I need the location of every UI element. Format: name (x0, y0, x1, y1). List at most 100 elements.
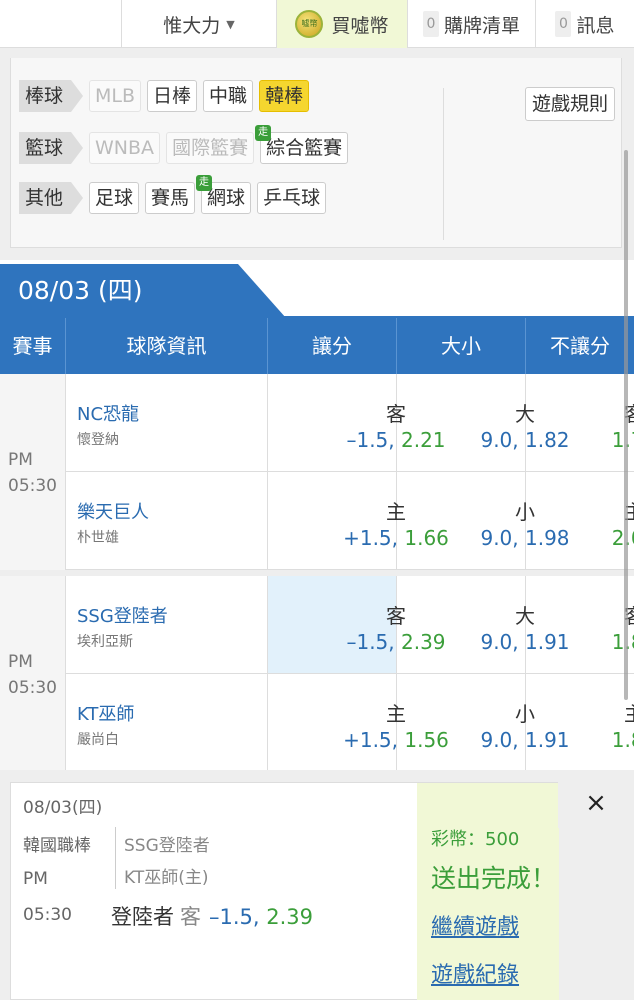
messages-button[interactable]: 0 訊息 (536, 0, 634, 48)
odds-spread-home[interactable]: 主 +1.5, 1.56 (268, 674, 449, 772)
filter-divider (443, 88, 444, 240)
header-total: 大小 (397, 318, 526, 374)
live-badge: 走 (255, 125, 272, 141)
odds-price: 1.87 (611, 728, 634, 752)
live-badge: 走 (196, 175, 213, 191)
user-menu[interactable]: 惟大力 ▼ (122, 0, 277, 48)
messages-label: 訊息 (576, 14, 615, 37)
game-history-link[interactable]: 遊戲紀錄 (431, 957, 519, 989)
slip-divider (115, 827, 116, 889)
odds-total-under[interactable]: 小 9.0, 1.98 (397, 472, 570, 570)
odds-moneyline-home[interactable]: 主 2.03 (526, 472, 634, 570)
slip-result-panel: 彩幣：500 送出完成！ 繼續遊戲 遊戲紀錄 (417, 783, 559, 1000)
cart-button[interactable]: 0 購牌清單 (408, 0, 536, 48)
filter-label: 網球 (207, 187, 246, 209)
filter-label: 綜合籃賽 (266, 137, 343, 159)
odds-line: 9.0, (480, 630, 519, 654)
category-other: 其他 (19, 182, 84, 214)
odds-line: +1.5, (343, 728, 399, 752)
filter-tennis[interactable]: 走 網球 (196, 175, 252, 214)
bet-slip: 08/03(四) 韓國職棒 PM 05:30 SSG登陸者 KT巫師(主) 登陸… (10, 782, 559, 1000)
game-time: PM 05:30 (0, 374, 66, 570)
team-name: SSG登陸者 (77, 606, 168, 627)
pitcher-name: 嚴尚白 (77, 732, 119, 748)
slip-pick-team: 登陸者 (111, 905, 174, 929)
filter-npb[interactable]: 日棒 (147, 80, 198, 112)
team-away: SSG登陸者 埃利亞斯 (66, 576, 268, 674)
chevron-down-icon: ▼ (226, 17, 235, 31)
cart-label: 購牌清單 (443, 14, 520, 37)
date-header: 08/03 (四) (0, 260, 634, 318)
slip-pick-side: 客 (180, 905, 201, 929)
team-away: NC恐龍 懷登納 (66, 374, 268, 472)
filter-row-other: 其他 足球 賽馬 走 網球 乒乓球 (19, 175, 327, 214)
game-row: PM 05:30 NC恐龍 懷登納 客 –1.5, 2.21 大 9.0, 1.… (0, 374, 634, 570)
odds-line: 9.0, (480, 428, 519, 452)
slip-date: 08/03(四) (23, 798, 103, 818)
continue-game-link[interactable]: 繼續遊戲 (431, 909, 519, 941)
coin-icon: 噓幣 (295, 10, 324, 38)
slip-coins: 彩幣：500 (431, 829, 520, 850)
filter-cpbl[interactable]: 中職 (203, 80, 254, 112)
close-icon[interactable]: × (558, 770, 634, 828)
user-name: 惟大力 (163, 14, 221, 37)
filter-row-baseball: 棒球 MLB 日棒 中職 韓棒 (19, 80, 310, 112)
buy-coins-label: 買噓幣 (331, 14, 389, 37)
odds-line: +1.5, (343, 526, 399, 550)
filter-mixed-basketball[interactable]: 走 綜合籃賽 (255, 125, 349, 164)
sport-filter-area: 棒球 MLB 日棒 中職 韓棒 籃球 WNBA 國際籃賽 走 綜合籃賽 其他 足… (0, 48, 634, 260)
odds-spread-home[interactable]: 主 +1.5, 1.66 (268, 472, 449, 570)
filter-kbo[interactable]: 韓棒 (259, 80, 310, 112)
buy-coins-button[interactable]: 噓幣 買噓幣 (277, 0, 408, 48)
sport-filter-panel: 棒球 MLB 日棒 中職 韓棒 籃球 WNBA 國際籃賽 走 綜合籃賽 其他 足… (10, 58, 622, 248)
odds-total-over[interactable]: 大 9.0, 1.82 (397, 374, 570, 472)
game-row: PM 05:30 SSG登陸者 埃利亞斯 客 –1.5, 2.39 大 9.0,… (0, 576, 634, 772)
scrollbar[interactable] (624, 150, 628, 700)
slip-ampm: PM (23, 869, 48, 889)
filter-soccer[interactable]: 足球 (89, 182, 140, 214)
category-baseball: 棒球 (19, 80, 84, 112)
header-moneyline: 不讓分 (550, 334, 610, 358)
filter-mlb[interactable]: MLB (89, 80, 142, 112)
pitcher-name: 懷登納 (77, 432, 119, 448)
slip-time: 05:30 (23, 905, 72, 925)
odds-line: –1.5, (346, 630, 395, 654)
filter-row-basketball: 籃球 WNBA 國際籃賽 走 綜合籃賽 (19, 125, 349, 164)
odds-spread-away[interactable]: 客 –1.5, 2.21 (268, 374, 446, 472)
game-ampm: PM (8, 450, 33, 470)
slip-away-team: SSG登陸者 (124, 836, 210, 856)
header-spread: 讓分 (268, 318, 397, 374)
odds-moneyline-away[interactable]: 客 1.76 (526, 374, 634, 472)
slip-done-message: 送出完成！ (431, 864, 557, 893)
odds-spread-away-selected[interactable]: 客 –1.5, 2.39 (268, 576, 446, 674)
odds-side-label: 主 (580, 698, 634, 727)
pitcher-name: 朴世雄 (77, 530, 119, 546)
odds-total-over[interactable]: 大 9.0, 1.91 (397, 576, 570, 674)
game-time: PM 05:30 (0, 576, 66, 772)
odds-total-under[interactable]: 小 9.0, 1.91 (397, 674, 570, 772)
pitcher-name: 埃利亞斯 (77, 634, 133, 650)
odds-line: 9.0, (480, 526, 519, 550)
team-name: KT巫師 (77, 704, 135, 725)
category-basketball: 籃球 (19, 132, 84, 164)
cart-count-badge: 0 (422, 11, 439, 37)
team-home: 樂天巨人 朴世雄 (66, 472, 268, 570)
game-rules-button[interactable]: 遊戲規則 (525, 87, 616, 121)
message-count-badge: 0 (555, 11, 572, 37)
filter-wnba[interactable]: WNBA (89, 132, 161, 164)
odds-moneyline-away[interactable]: 客 1.89 (526, 576, 634, 674)
filter-table-tennis[interactable]: 乒乓球 (257, 182, 327, 214)
slip-pick-line: –1.5, (209, 905, 260, 929)
filter-horse-racing[interactable]: 賽馬 (145, 182, 196, 214)
slip-pick: 登陸者客 –1.5, 2.39 (111, 901, 313, 931)
date-tab: 08/03 (四) (0, 264, 286, 318)
topbar-left-blank (0, 0, 122, 48)
team-name: 樂天巨人 (77, 502, 149, 523)
top-bar: 惟大力 ▼ 噓幣 買噓幣 0 購牌清單 0 訊息 (0, 0, 634, 48)
odds-line: –1.5, (346, 428, 395, 452)
slip-pick-price: 2.39 (266, 905, 314, 929)
team-home: KT巫師 嚴尚白 (66, 674, 268, 772)
odds-moneyline-home[interactable]: 主 1.87 (526, 674, 634, 772)
filter-intl-basketball[interactable]: 國際籃賽 (166, 132, 255, 164)
slip-home-team: KT巫師(主) (124, 868, 209, 888)
